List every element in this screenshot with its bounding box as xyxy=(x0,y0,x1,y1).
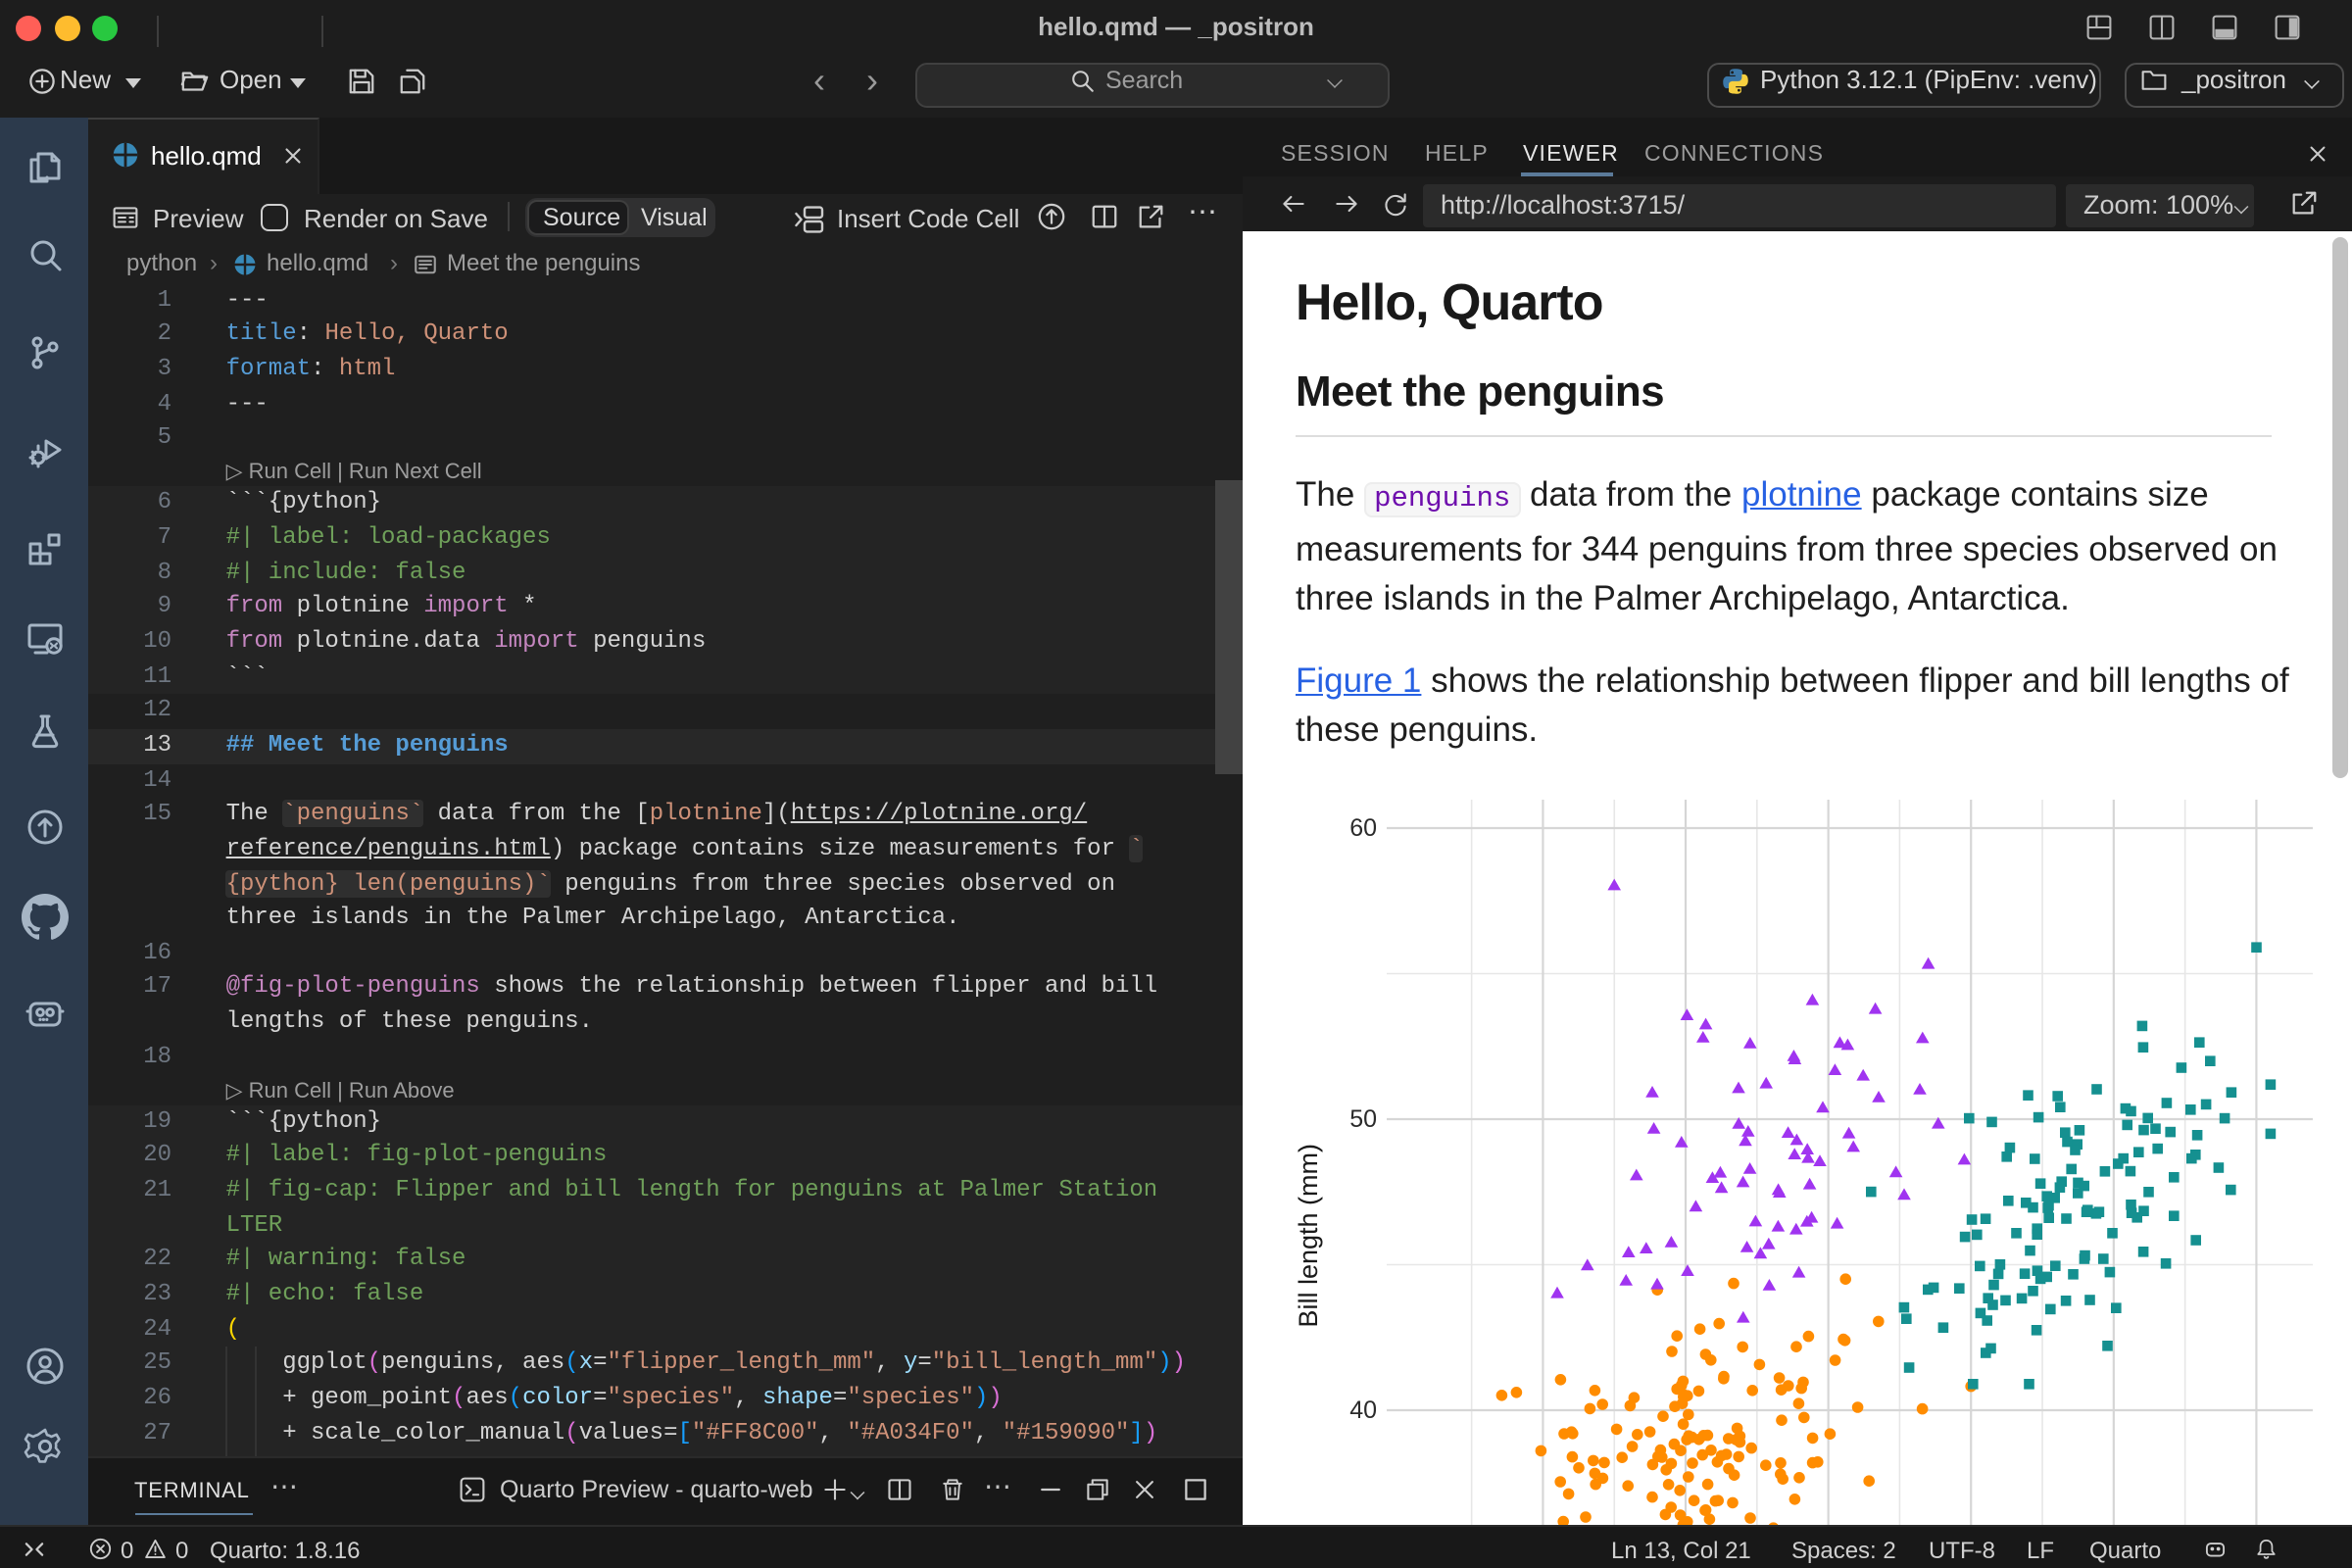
svg-text:60: 60 xyxy=(1349,813,1377,841)
svg-text:50: 50 xyxy=(1349,1104,1377,1132)
svg-text:Bill length (mm): Bill length (mm) xyxy=(1294,1143,1323,1327)
svg-text:40: 40 xyxy=(1349,1396,1377,1423)
